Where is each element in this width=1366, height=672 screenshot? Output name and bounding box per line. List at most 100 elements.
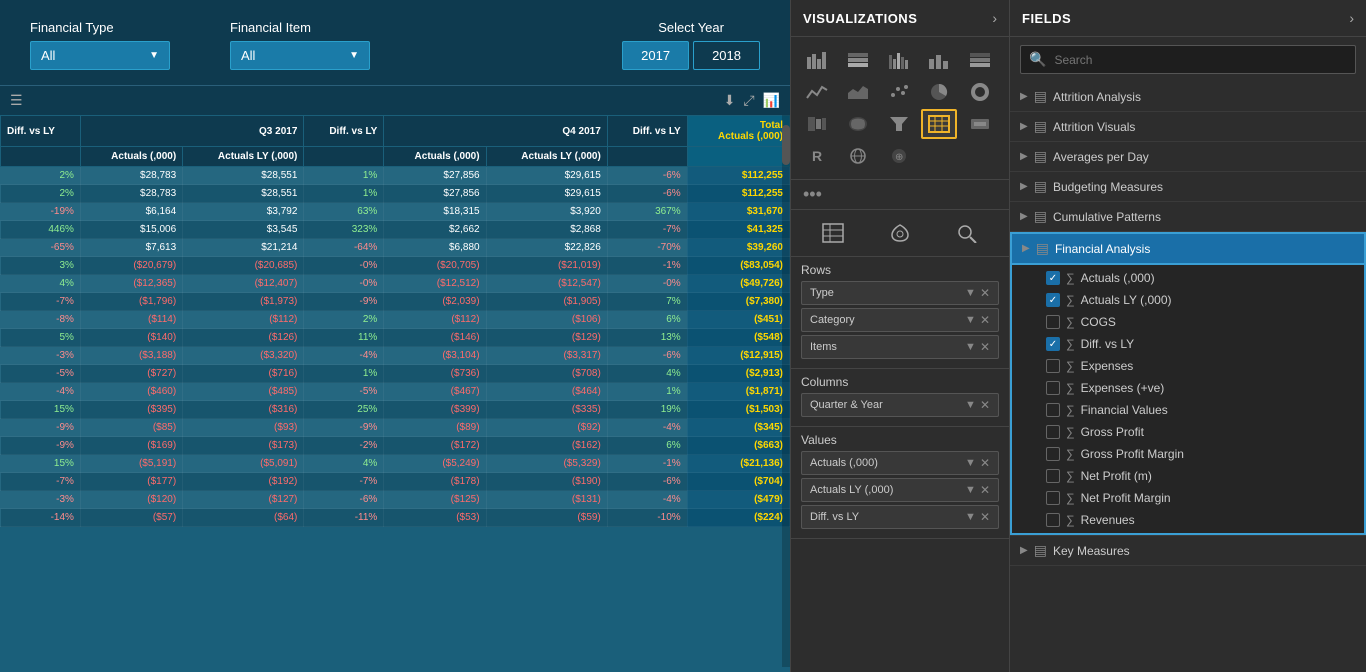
field-item-row[interactable]: ✓∑Actuals (,000) [1036, 267, 1364, 289]
columns-item-quarter[interactable]: Quarter & Year ▼ ✕ [801, 393, 999, 417]
table-cell: ($20,705) [384, 257, 486, 275]
field-group-collapsed-attrition-analysis[interactable]: ▶ ▤ Attrition Analysis [1010, 82, 1366, 112]
values-item-actuals-ly[interactable]: Actuals LY (,000) ▼ ✕ [801, 478, 999, 502]
field-item-row[interactable]: ∑Expenses [1036, 355, 1364, 377]
table-cell: ($395) [80, 401, 182, 419]
field-checkbox[interactable] [1046, 381, 1060, 395]
table-cell: $21,214 [183, 239, 304, 257]
rows-item-type[interactable]: Type ▼ ✕ [801, 281, 999, 305]
table-matrix-icon[interactable] [921, 109, 957, 139]
field-checkbox[interactable] [1046, 513, 1060, 527]
scrollbar[interactable] [782, 115, 790, 667]
viz-header-arrow[interactable]: › [992, 10, 997, 26]
field-item-row[interactable]: ∑Expenses (+ve) [1036, 377, 1364, 399]
search-input[interactable] [1054, 53, 1347, 67]
table-toolbar: ☰ ⬇ ⤢ 📊 [0, 85, 790, 115]
100pct-stacked-icon[interactable] [962, 45, 998, 75]
table-cell: 446% [1, 221, 81, 239]
card-icon[interactable] [962, 109, 998, 139]
field-item-row[interactable]: ✓∑Actuals LY (,000) [1036, 289, 1364, 311]
field-item-row[interactable]: ∑Financial Values [1036, 399, 1364, 421]
stacked-bar-icon[interactable] [840, 45, 876, 75]
fields-action-btn[interactable] [815, 218, 851, 248]
area-chart-icon[interactable] [840, 77, 876, 107]
field-item-row[interactable]: ∑Gross Profit [1036, 421, 1364, 443]
bar-chart-icon[interactable] [799, 45, 835, 75]
format-action-btn[interactable] [882, 218, 918, 248]
table-cell: -7% [304, 473, 384, 491]
rows-items-remove[interactable]: ✕ [980, 340, 990, 354]
field-checkbox[interactable]: ✓ [1046, 271, 1060, 285]
field-checkbox[interactable] [1046, 425, 1060, 439]
table-cell: -6% [607, 167, 687, 185]
table-row: -19%$6,164$3,79263%$18,315$3,920367%$31,… [1, 203, 790, 221]
field-checkbox[interactable] [1046, 469, 1060, 483]
field-checkbox[interactable] [1046, 447, 1060, 461]
table-cell: ($335) [486, 401, 607, 419]
expand-icon[interactable]: ⤢ [743, 92, 754, 109]
table-cell: $27,856 [384, 185, 486, 203]
year-2018-btn[interactable]: 2018 [693, 41, 760, 70]
values-actuals-ly-remove[interactable]: ✕ [980, 483, 990, 497]
column-chart-icon[interactable] [921, 45, 957, 75]
field-checkbox[interactable] [1046, 403, 1060, 417]
fields-header-arrow[interactable]: › [1349, 10, 1354, 26]
rows-type-remove[interactable]: ✕ [980, 286, 990, 300]
chart-icon[interactable]: 📊 [763, 92, 780, 109]
values-item-diff[interactable]: Diff. vs LY ▼ ✕ [801, 505, 999, 529]
field-checkbox[interactable]: ✓ [1046, 337, 1060, 351]
table-cell: ($12,512) [384, 275, 486, 293]
download-icon[interactable]: ⬇ [724, 92, 736, 109]
field-item-row[interactable]: ✓∑Diff. vs LY [1036, 333, 1364, 355]
values-diff-remove[interactable]: ✕ [980, 510, 990, 524]
year-2017-btn[interactable]: 2017 [622, 41, 689, 70]
field-item-row[interactable]: ∑Net Profit Margin [1036, 487, 1364, 509]
field-group-collapsed-budgeting-measures[interactable]: ▶ ▤ Budgeting Measures [1010, 172, 1366, 202]
menu-toolbar-icon[interactable]: ☰ [10, 92, 23, 109]
field-group-table-icon: ▤ [1034, 208, 1047, 225]
field-group-collapsed-attrition-visuals[interactable]: ▶ ▤ Attrition Visuals [1010, 112, 1366, 142]
map-icon[interactable] [799, 109, 835, 139]
financial-type-select[interactable]: All ▼ [30, 41, 170, 70]
table-cell: ($178) [384, 473, 486, 491]
columns-quarter-remove[interactable]: ✕ [980, 398, 990, 412]
globe-icon[interactable] [840, 141, 876, 171]
line-chart-icon[interactable] [799, 77, 835, 107]
field-group-collapsed-key-measures[interactable]: ▶ ▤ Key Measures [1010, 536, 1366, 566]
table-cell: ($190) [486, 473, 607, 491]
viz-icons-grid-1: R ⊕ [791, 37, 1009, 180]
analytics-action-btn[interactable] [949, 218, 985, 248]
field-row-label: Revenues [1081, 513, 1354, 527]
table-cell: $28,783 [80, 167, 182, 185]
field-item-row[interactable]: ∑COGS [1036, 311, 1364, 333]
rows-item-items-right: ▼ ✕ [965, 340, 990, 354]
more-visuals-btn[interactable]: ••• [791, 180, 1009, 210]
financial-item-select[interactable]: All ▼ [230, 41, 370, 70]
field-group-collapsed-cumulative-patterns[interactable]: ▶ ▤ Cumulative Patterns [1010, 202, 1366, 232]
rows-category-remove[interactable]: ✕ [980, 313, 990, 327]
table-cell: -11% [304, 509, 384, 527]
custom-visual-icon[interactable]: ⊕ [881, 141, 917, 171]
field-item-row[interactable]: ∑Net Profit (m) [1036, 465, 1364, 487]
field-checkbox[interactable]: ✓ [1046, 293, 1060, 307]
values-actuals-remove[interactable]: ✕ [980, 456, 990, 470]
field-checkbox[interactable] [1046, 491, 1060, 505]
field-checkbox[interactable] [1046, 359, 1060, 373]
rows-item-category[interactable]: Category ▼ ✕ [801, 308, 999, 332]
r-visual-icon[interactable]: R [799, 141, 835, 171]
field-checkbox[interactable] [1046, 315, 1060, 329]
donut-icon[interactable] [962, 77, 998, 107]
field-item-row[interactable]: ∑Revenues [1036, 509, 1364, 531]
values-item-actuals[interactable]: Actuals (,000) ▼ ✕ [801, 451, 999, 475]
funnel-icon[interactable] [881, 109, 917, 139]
fields-search-box[interactable]: 🔍 [1020, 45, 1356, 74]
field-group-collapsed-averages-per-day[interactable]: ▶ ▤ Averages per Day [1010, 142, 1366, 172]
scatter-icon[interactable] [881, 77, 917, 107]
field-row-label: Gross Profit [1081, 425, 1354, 439]
rows-item-items[interactable]: Items ▼ ✕ [801, 335, 999, 359]
field-group-header[interactable]: ▶ ▤ Financial Analysis [1010, 232, 1366, 265]
field-item-row[interactable]: ∑Gross Profit Margin [1036, 443, 1364, 465]
grouped-bar-icon[interactable] [881, 45, 917, 75]
filled-map-icon[interactable] [840, 109, 876, 139]
pie-chart-icon[interactable] [921, 77, 957, 107]
